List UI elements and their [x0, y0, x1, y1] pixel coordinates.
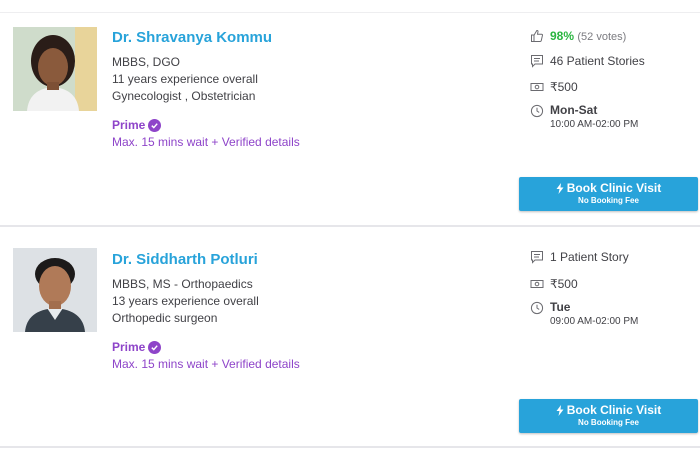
book-clinic-visit-button[interactable]: Book Clinic Visit No Booking Fee	[519, 177, 698, 211]
experience-text: 13 years experience overall	[112, 294, 259, 308]
book-clinic-visit-button[interactable]: Book Clinic Visit No Booking Fee	[519, 399, 698, 433]
verified-check-icon	[148, 340, 162, 354]
qualification-text: MBBS, MS - Orthopaedics	[112, 277, 253, 291]
experience-text: 11 years experience overall	[112, 72, 258, 86]
timing-row: Tue 09:00 AM-02:00 PM	[530, 300, 638, 327]
clinic-hours: 09:00 AM-02:00 PM	[550, 316, 639, 327]
prime-label: Prime	[112, 340, 146, 354]
verified-check-icon	[148, 118, 162, 132]
consultation-fee: ₹500	[550, 80, 578, 94]
doctor-details: MBBS, DGO 11 years experience overall Gy…	[112, 54, 258, 105]
doctor-details: MBBS, MS - Orthopaedics 13 years experie…	[112, 276, 259, 327]
fee-row: ₹500	[530, 276, 578, 292]
lightning-icon	[556, 182, 564, 194]
doctor-photo[interactable]	[13, 248, 97, 332]
rating-row: 98% (52 votes)	[530, 28, 626, 45]
book-button-sublabel: No Booking Fee	[578, 418, 639, 427]
doctor-card: Dr. Shravanya Kommu MBBS, DGO 11 years e…	[0, 13, 700, 227]
stories-row: 46 Patient Stories	[530, 53, 645, 69]
consultation-fee: ₹500	[550, 277, 578, 291]
doctor-card: Dr. Siddharth Potluri MBBS, MS - Orthopa…	[0, 229, 700, 448]
rating-votes: (52 votes)	[577, 31, 627, 43]
prime-label: Prime	[112, 118, 146, 132]
doctor-name-link[interactable]: Dr. Siddharth Potluri	[112, 251, 258, 268]
clinic-hours: 10:00 AM-02:00 PM	[550, 119, 639, 130]
rating-percent: 98%	[550, 29, 575, 43]
clinic-days: Mon-Sat	[550, 103, 598, 117]
book-button-sublabel: No Booking Fee	[578, 196, 639, 205]
clinic-days: Tue	[550, 300, 571, 314]
thumbs-up-icon	[531, 29, 543, 42]
book-button-label: Book Clinic Visit	[566, 181, 662, 195]
patient-stories-link[interactable]: 1 Patient Story	[550, 249, 629, 265]
chat-icon	[531, 55, 543, 68]
prime-badge: Prime	[112, 340, 162, 354]
timing-row: Mon-Sat 10:00 AM-02:00 PM	[530, 103, 638, 130]
patient-stories-link[interactable]: 46 Patient Stories	[550, 53, 645, 69]
chat-icon	[531, 251, 543, 264]
doctor-listing-page: Dr. Shravanya Kommu MBBS, DGO 11 years e…	[0, 0, 700, 450]
prime-badge: Prime	[112, 118, 162, 132]
lightning-icon	[556, 404, 564, 416]
clock-icon	[530, 301, 544, 315]
wait-time-text: Max. 15 mins wait + Verified details	[112, 135, 300, 149]
wait-time-text: Max. 15 mins wait + Verified details	[112, 357, 300, 371]
doctor-photo[interactable]	[13, 27, 97, 111]
doctor-name-link[interactable]: Dr. Shravanya Kommu	[112, 29, 272, 46]
clock-icon	[530, 104, 544, 118]
qualification-text: MBBS, DGO	[112, 55, 181, 69]
money-icon	[530, 83, 544, 91]
specialty-text: Gynecologist , Obstetrician	[112, 89, 256, 103]
stories-row: 1 Patient Story	[530, 249, 629, 265]
book-button-label: Book Clinic Visit	[566, 403, 662, 417]
fee-row: ₹500	[530, 79, 578, 95]
specialty-text: Orthopedic surgeon	[112, 311, 218, 325]
money-icon	[530, 280, 544, 288]
